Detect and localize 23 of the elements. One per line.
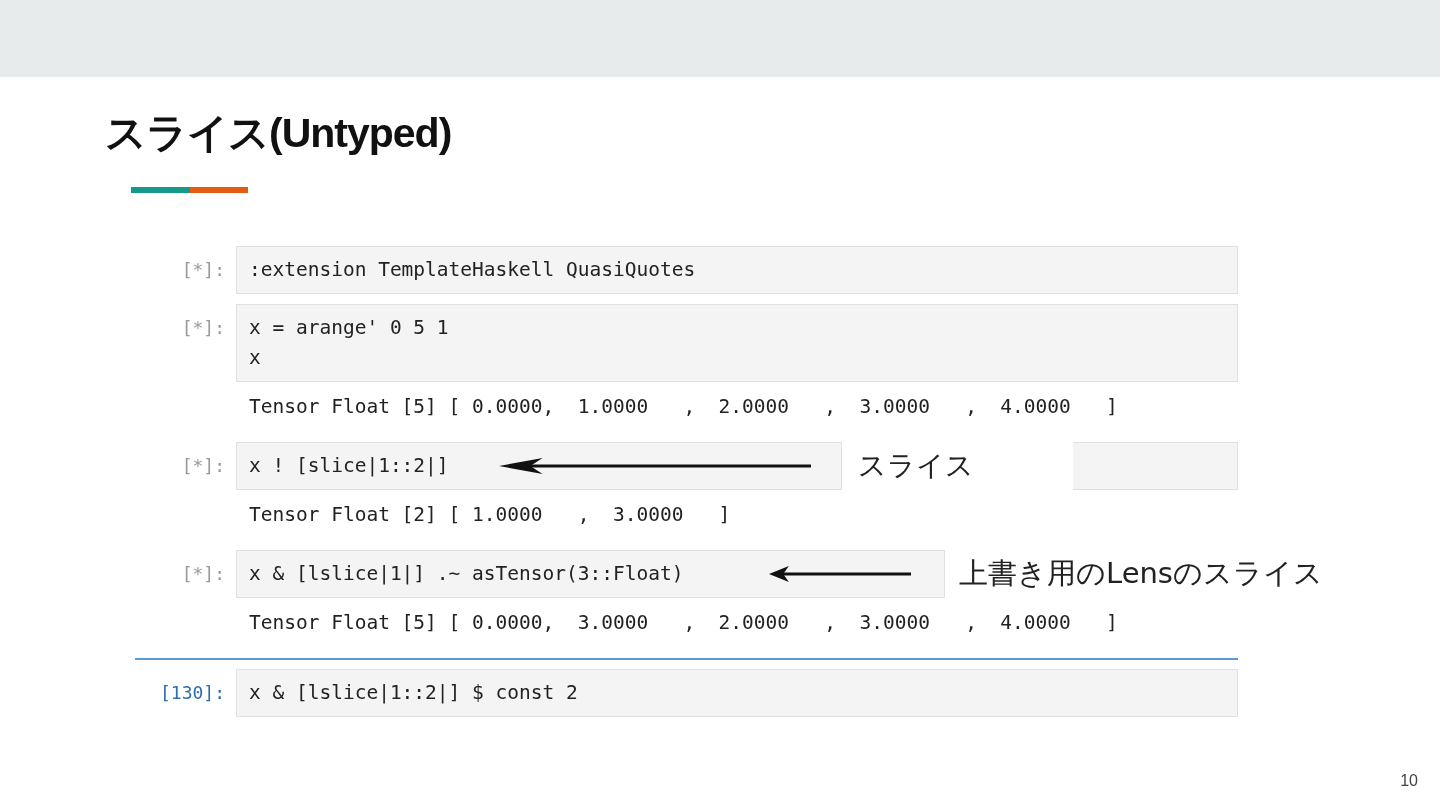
arrow-icon <box>769 564 911 584</box>
cell-prompt: [*]: <box>180 454 226 478</box>
code-input[interactable]: x & [lslice|1|] .~ asTensor(3::Float) <box>236 550 945 598</box>
code-text: :extension TemplateHaskell QuasiQuotes <box>249 257 696 283</box>
code-input[interactable]: x ! [slice|1::2|] <box>236 442 842 490</box>
code-text: x = arange' 0 5 1 x <box>249 315 449 371</box>
cell-prompt: [*]: <box>180 258 226 282</box>
code-input[interactable]: :extension TemplateHaskell QuasiQuotes <box>236 246 1238 294</box>
code-input[interactable]: x & [lslice|1::2|] $ const 2 <box>236 669 1238 717</box>
arrow-icon <box>499 456 811 476</box>
cell-prompt: [130]: <box>158 681 226 705</box>
page-number: 10 <box>1400 772 1418 790</box>
cell-prompt: [*]: <box>180 316 226 340</box>
cell-prompt: [*]: <box>180 562 226 586</box>
cell-output: Tensor Float [5] [ 0.0000, 1.0000 , 2.0000 , 3.0000 , 4.0000 ] <box>248 394 1119 420</box>
code-input[interactable]: x = arange' 0 5 1 x <box>236 304 1238 382</box>
cell-output: Tensor Float [5] [ 0.0000, 3.0000 , 2.0000 , 3.0000 , 4.0000 ] <box>248 610 1119 636</box>
code-text: x & [lslice|1::2|] $ const 2 <box>249 680 578 706</box>
code-text: x ! [slice|1::2|] <box>249 453 449 479</box>
selected-cell[interactable]: [130]: x & [lslice|1::2|] $ const 2 <box>135 658 1238 717</box>
cell-output: Tensor Float [2] [ 1.0000 , 3.0000 ] <box>248 502 732 528</box>
slide-title: スライス(Untyped) <box>105 109 453 158</box>
code-text: x & [lslice|1|] .~ asTensor(3::Float) <box>249 561 684 587</box>
